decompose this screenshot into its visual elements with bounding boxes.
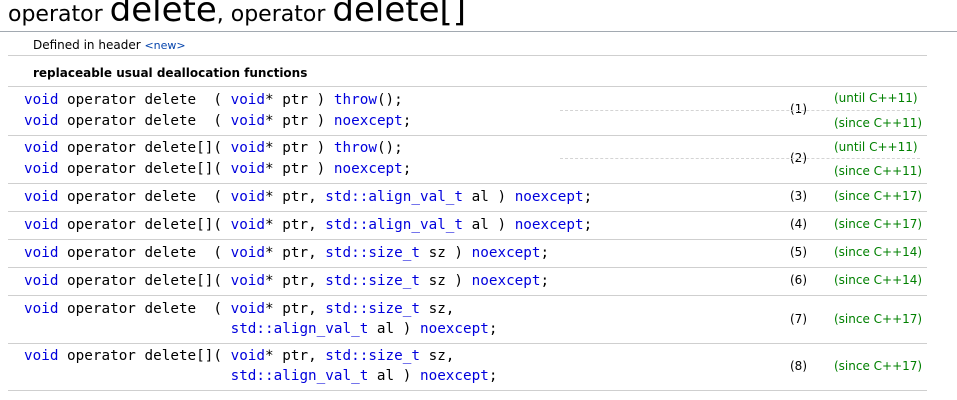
title-part1-small: operator: [8, 2, 110, 27]
divider: [8, 86, 927, 87]
standard-badge: (since C++14): [834, 273, 923, 287]
page-title: operator delete, operator delete[]: [8, 0, 466, 30]
signature-7b: std::align_val_t al ) noexcept;: [230, 321, 498, 337]
dashed-divider: [560, 158, 920, 159]
signature-6: void operator delete[]( void* ptr, std::…: [24, 273, 550, 289]
divider: [8, 390, 927, 391]
divider: [8, 55, 927, 56]
divider: [8, 295, 927, 296]
standard-badge: (until C++11): [834, 140, 918, 154]
standard-badge: (since C++11): [834, 164, 923, 178]
signature-8a: void operator delete[]( void* ptr, std::…: [24, 348, 455, 364]
title-part2-small: operator: [230, 2, 333, 27]
header-label: Defined in header: [33, 38, 145, 52]
overload-number: (1): [790, 102, 807, 116]
divider: [8, 183, 927, 184]
divider: [8, 239, 927, 240]
signature-2b: void operator delete[]( void* ptr ) noex…: [24, 161, 412, 177]
overload-number: (6): [790, 273, 807, 287]
title-part2-big: delete[]: [332, 0, 467, 30]
standard-badge: (since C++17): [834, 217, 923, 231]
defined-in-header: Defined in header <new>: [33, 38, 186, 52]
signature-2a: void operator delete[]( void* ptr ) thro…: [24, 140, 403, 156]
overload-number: (3): [790, 189, 807, 203]
divider: [8, 343, 927, 344]
divider: [8, 135, 927, 136]
header-link[interactable]: <new>: [144, 39, 185, 52]
section-title: replaceable usual deallocation functions: [33, 66, 308, 80]
standard-badge: (until C++11): [834, 91, 918, 105]
standard-badge: (since C++17): [834, 359, 923, 373]
title-separator: ,: [216, 2, 231, 27]
overload-number: (5): [790, 245, 807, 259]
signature-1a: void operator delete ( void* ptr ) throw…: [24, 92, 403, 108]
standard-badge: (since C++17): [834, 312, 923, 326]
overload-number: (4): [790, 217, 807, 231]
signature-8b: std::align_val_t al ) noexcept;: [230, 368, 498, 384]
standard-badge: (since C++17): [834, 189, 923, 203]
standard-badge: (since C++11): [834, 116, 923, 130]
divider: [8, 267, 927, 268]
overload-number: (8): [790, 359, 807, 373]
signature-5: void operator delete ( void* ptr, std::s…: [24, 245, 550, 261]
signature-3: void operator delete ( void* ptr, std::a…: [24, 189, 593, 205]
divider: [8, 211, 927, 212]
signature-4: void operator delete[]( void* ptr, std::…: [24, 217, 593, 233]
standard-badge: (since C++14): [834, 245, 923, 259]
title-part1-big: delete: [109, 0, 217, 30]
signature-7a: void operator delete ( void* ptr, std::s…: [24, 301, 455, 317]
title-divider: [0, 31, 957, 32]
overload-number: (7): [790, 312, 807, 326]
signature-1b: void operator delete ( void* ptr ) noexc…: [24, 113, 412, 129]
dashed-divider: [560, 110, 920, 111]
